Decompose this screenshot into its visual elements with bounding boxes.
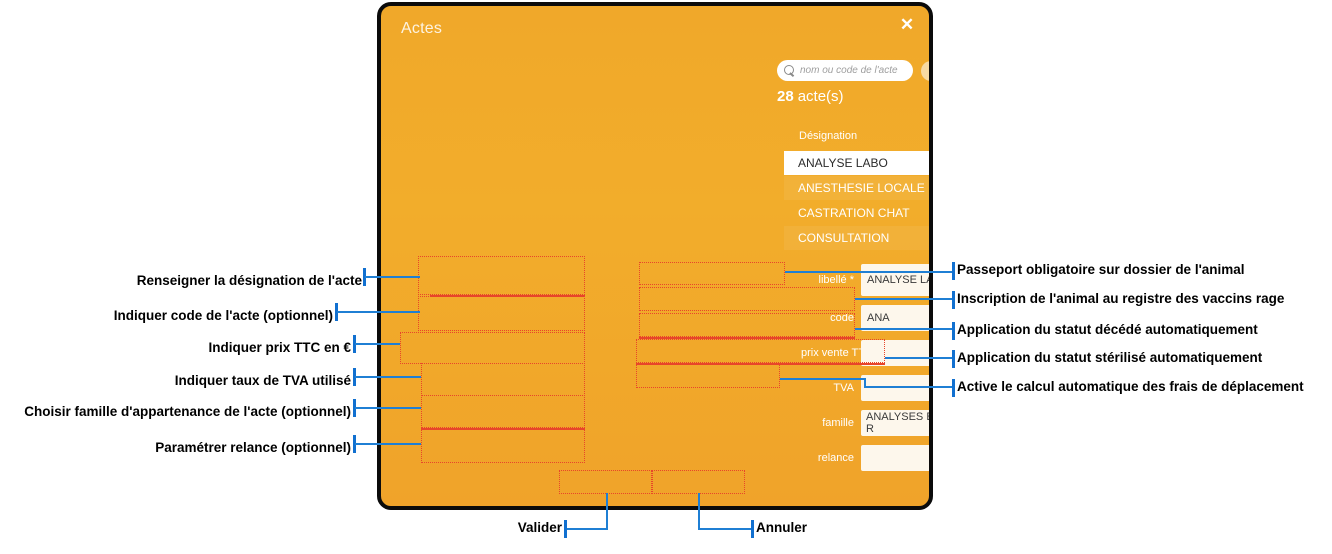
- annotation-left-6: Paramétrer relance (optionnel): [155, 440, 351, 455]
- annotation-tick: [952, 291, 955, 309]
- annotation-leader: [337, 311, 420, 313]
- annotation-leader: [355, 407, 421, 409]
- highlight-annuler: [652, 470, 745, 494]
- annotation-right-4: Application du statut stérilisé automati…: [957, 350, 1263, 365]
- highlight-deces: [639, 313, 855, 337]
- annotation-leader: [855, 298, 952, 300]
- annotation-leader: [698, 493, 700, 529]
- highlight-separator: [430, 295, 585, 297]
- screenshot-root: Actes ✕ nom ou code de l'acte tous nouve…: [0, 0, 1332, 554]
- highlight-valider: [559, 470, 652, 494]
- annotation-right-2: Inscription de l'animal au registre des …: [957, 291, 1285, 306]
- annotation-right-3: Application du statut décédé automatique…: [957, 322, 1258, 337]
- tva-value: 20: [861, 375, 929, 401]
- tva-select[interactable]: 20: [861, 375, 929, 401]
- dialog-title: Actes: [401, 20, 443, 37]
- table-row[interactable]: CASTRATION CHAT CHIRURGIE 60,00: [784, 201, 929, 225]
- annotation-leader: [355, 343, 400, 345]
- highlight-separator: [421, 428, 585, 430]
- search-input[interactable]: nom ou code de l'acte: [777, 60, 913, 81]
- highlight-libelle: [418, 256, 585, 295]
- annotation-left-4: Indiquer taux de TVA utilisé: [174, 373, 351, 388]
- annotation-tick: [952, 350, 955, 368]
- field-label-libelle: libellé *: [818, 274, 854, 286]
- annotation-left-5: Choisir famille d'appartenance de l'acte…: [24, 404, 351, 419]
- relance-value: [861, 445, 929, 471]
- highlight-passeport: [639, 262, 785, 285]
- annotation-leader: [606, 493, 608, 529]
- highlight-prix: [400, 332, 585, 364]
- highlight-tva: [421, 363, 585, 396]
- annotation-leader: [566, 528, 608, 530]
- annotation-right-1: Passeport obligatoire sur dossier de l'a…: [957, 262, 1245, 277]
- column-header-designation[interactable]: Désignation: [799, 130, 857, 142]
- field-relance: relance: [801, 445, 929, 471]
- annotation-left-1: Renseigner la désignation de l'acte: [136, 273, 362, 288]
- famille-select[interactable]: ANALYSES ET R: [861, 410, 929, 436]
- record-count: 28 acte(s): [777, 88, 844, 105]
- annotation-tick: [564, 520, 567, 538]
- famille-value: ANALYSES ET R: [861, 410, 929, 436]
- annotation-right-5: Active le calcul automatique des frais d…: [957, 379, 1304, 394]
- cell-designation: ANALYSE LABO: [798, 156, 888, 170]
- highlight-relance: [421, 427, 585, 463]
- annotation-tick: [952, 262, 955, 280]
- annotation-leader: [785, 271, 952, 273]
- table-row[interactable]: CONSULTATION MEDECINE 25,00: [784, 226, 929, 250]
- field-famille: famille ANALYSES ET R: [801, 410, 929, 436]
- relance-select[interactable]: [861, 445, 929, 471]
- highlight-code: [418, 296, 585, 331]
- table-body: ANALYSE LABO ANALYSES E... 46,62 ANESTHE…: [784, 151, 929, 250]
- cell-designation: CONSULTATION: [798, 231, 890, 245]
- table-row[interactable]: ANALYSE LABO ANALYSES E... 46,62: [784, 151, 929, 175]
- highlight-antirabique: [639, 287, 855, 311]
- libelle-input[interactable]: ANALYSE LABO: [861, 264, 929, 296]
- annotation-leader: [698, 528, 752, 530]
- annotation-tick: [952, 322, 955, 340]
- cell-designation: ANESTHESIE LOCALE: [798, 181, 925, 195]
- table-header: Désignation ▲ Famille Prix TTC: [799, 130, 929, 146]
- annotation-bottom-annuler: Annuler: [756, 520, 808, 535]
- highlight-separator: [636, 363, 885, 365]
- search-placeholder: nom ou code de l'acte: [800, 65, 898, 76]
- record-count-value: 28: [777, 88, 794, 105]
- annotation-leader: [355, 376, 421, 378]
- record-count-label: acte(s): [797, 88, 844, 105]
- search-icon: [783, 64, 796, 77]
- annotation-leader: [855, 328, 952, 330]
- highlight-separator: [639, 337, 855, 339]
- annotation-tick: [952, 379, 955, 397]
- field-label-tva: TVA: [833, 382, 854, 394]
- highlight-famille: [421, 395, 585, 428]
- field-label-famille: famille: [822, 417, 854, 429]
- annotation-leader: [780, 378, 866, 380]
- table-row[interactable]: ANESTHESIE LOCALE CHIRURGIE 10,00: [784, 176, 929, 200]
- annotation-leader: [864, 386, 952, 388]
- field-label-relance: relance: [817, 452, 854, 464]
- highlight-frais: [636, 364, 780, 388]
- annotation-left-3: Indiquer prix TTC en €: [208, 340, 351, 355]
- annotation-bottom-valider: Valider: [517, 520, 562, 535]
- highlight-sterilisation: [636, 339, 885, 363]
- filter-all-button[interactable]: tous: [921, 61, 929, 81]
- annotation-left-2: Indiquer code de l'acte (optionnel): [113, 308, 333, 323]
- close-icon[interactable]: ✕: [897, 15, 917, 35]
- annotation-leader: [365, 276, 420, 278]
- annotation-tick: [751, 520, 754, 538]
- annotation-leader: [885, 357, 952, 359]
- cell-designation: CASTRATION CHAT: [798, 206, 910, 220]
- annotation-leader: [355, 443, 421, 445]
